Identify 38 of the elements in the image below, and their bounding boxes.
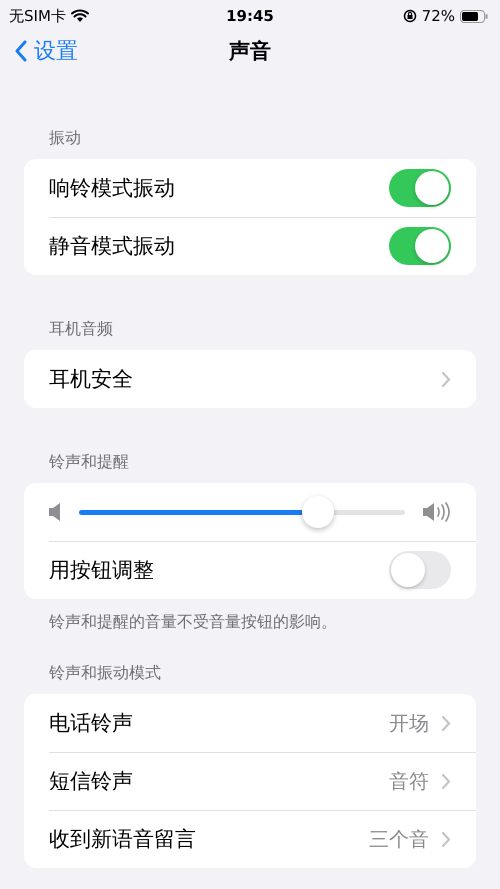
row-value: 音符 <box>389 768 429 794</box>
section-header: 振动 <box>49 128 81 147</box>
chevron-icon <box>441 370 451 388</box>
toggle-switch[interactable] <box>389 227 451 265</box>
wifi-icon <box>70 9 89 23</box>
carrier-text: 无SIM卡 <box>9 6 66 26</box>
row-value: 开场 <box>389 710 429 736</box>
battery-percent: 72% <box>422 7 455 25</box>
section-footer: 铃声和提醒的音量不受音量按钮的影响。 <box>49 612 337 631</box>
row-label: 收到新语音留言 <box>49 826 197 853</box>
row-label: 用按钮调整 <box>49 557 155 584</box>
section-header: 铃声和提醒 <box>49 452 129 471</box>
settings-row[interactable]: 收到新语音留言 三个音 <box>24 810 476 868</box>
page-title: 声音 <box>229 38 271 65</box>
back-chevron-icon <box>14 40 28 62</box>
rotation-lock-icon <box>402 9 417 23</box>
row-label: 短信铃声 <box>49 768 134 795</box>
settings-row[interactable]: 电话铃声 开场 <box>24 694 476 752</box>
battery-icon <box>460 10 488 22</box>
row-label: 静音模式振动 <box>49 233 176 260</box>
speaker-high-icon <box>423 502 451 522</box>
toggle-switch[interactable] <box>389 551 451 589</box>
chevron-icon <box>441 714 451 732</box>
speaker-low-icon <box>49 503 61 521</box>
settings-row[interactable]: 短信铃声 音符 <box>24 752 476 810</box>
row-label: 耳机安全 <box>49 366 134 393</box>
settings-row[interactable]: 耳机安全 <box>24 350 476 408</box>
slider-thumb[interactable] <box>302 496 334 528</box>
row-label: 响铃模式振动 <box>49 175 176 202</box>
section-header: 铃声和振动模式 <box>49 663 161 682</box>
row-label: 电话铃声 <box>49 710 134 737</box>
toggle-switch[interactable] <box>389 169 451 207</box>
row-value: 三个音 <box>369 826 429 852</box>
back-button[interactable]: 设置 <box>14 36 78 66</box>
chevron-icon <box>441 830 451 848</box>
status-time: 19:45 <box>226 7 274 25</box>
chevron-icon <box>441 772 451 790</box>
section-header: 耳机音频 <box>49 319 113 338</box>
